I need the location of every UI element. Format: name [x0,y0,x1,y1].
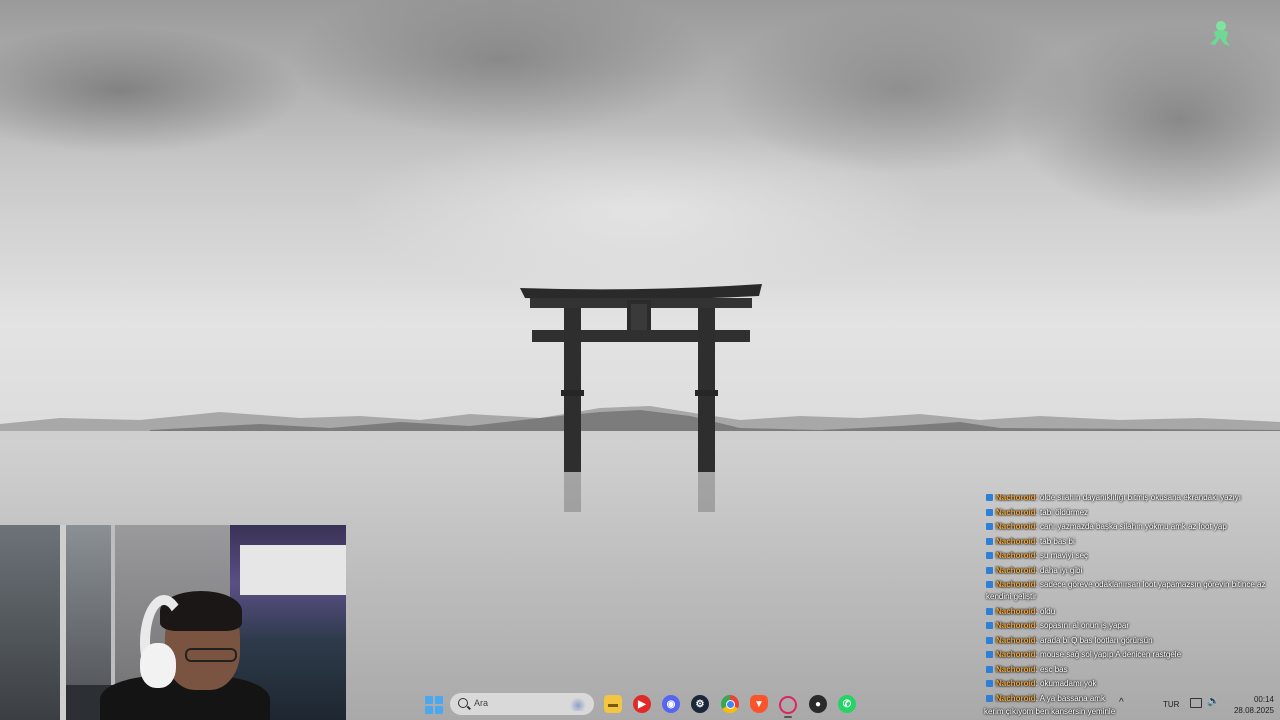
webcam-shelf [240,545,346,595]
chat-separator: : [1035,580,1038,589]
chat-message: Nachoroid: tabi öldürmez [984,506,1278,521]
chat-badge-icon [986,537,993,545]
chat-message: Nachoroid: arada bi Q bas lootları görür… [984,634,1278,649]
chat-badge-icon [986,622,993,629]
chat-message: Nachoroid: oldu [984,605,1278,620]
chat-username: Nachoroid [996,650,1036,659]
desktop: Nachoroid: ölde silahın dayanıklılığı bi… [0,0,1280,720]
chat-text: oldu [1040,606,1056,616]
chat-message: Nachoroid: şu maviyi seç [984,549,1278,564]
steam-icon[interactable]: ⚙ [691,695,709,713]
chat-badge-icon [986,636,993,644]
chat-username: Nachoroid [996,522,1036,531]
chat-badge-icon [986,607,993,615]
discord-icon[interactable]: ◉ [662,695,680,713]
chat-separator: : [1035,551,1038,560]
chat-username: Nachoroid [996,679,1036,688]
chat-message-partial: kerim çıkıyom ben kansersin yeminle [984,707,1116,716]
chat-overlay: Nachoroid: ölde silahın dayanıklılığı bi… [984,494,1278,720]
chat-separator: : [1035,664,1038,674]
active-app-indicator [784,716,792,718]
chat-message: Nachoroid: ölde silahın dayanıklılığı bi… [984,494,1278,506]
chat-text: sopasını al onun iş yapar [1040,621,1129,630]
chat-username: Nachoroid [996,565,1036,575]
chat-badge-icon [986,552,993,559]
chat-badge-icon [986,680,993,687]
webcam-window-frame [66,525,115,685]
torii-gate [520,284,762,512]
taskbar-clock[interactable]: 00:14 28.08.2025 [1228,694,1274,716]
chat-text: tabi öldürmez [1040,507,1089,517]
search-highlight-icon [570,697,586,711]
chat-badge-icon [986,651,993,658]
chat-message: Nachoroid: mouse sağ sol yapıp A denicen… [984,648,1278,663]
chrome-icon[interactable] [721,695,739,713]
chat-text: şu maviyi seç [1040,551,1089,560]
chat-text: daha iyi gibi [1040,565,1083,575]
headphone-earcup [140,643,176,688]
language-indicator[interactable]: TUR [1163,700,1179,709]
chat-badge-icon [986,665,993,673]
chat-username: Nachoroid [996,507,1036,517]
chat-separator: : [1035,565,1038,575]
opera-gx-icon[interactable] [779,696,797,714]
chat-badge-icon [986,581,993,588]
chat-message: Nachoroid: canı yazmazda başka silahın y… [984,520,1278,535]
start-button[interactable] [425,696,443,714]
chat-username: Nachoroid [996,635,1036,645]
chat-message: Nachoroid: tab bas bi [984,535,1278,550]
chat-text: ölde silahın dayanıklılığı bitmiş okusan… [1040,494,1242,502]
chat-text: tab bas bi [1040,536,1075,546]
volume-icon[interactable]: 🔉 [1207,696,1219,707]
chat-text: arada bi Q bas lootları görürsün [1040,635,1153,645]
file-explorer-icon[interactable]: ▬ [604,695,622,713]
whatsapp-icon[interactable]: ✆ [838,695,856,713]
chat-message: Nachoroid: daha iyi gibi [984,564,1278,579]
taskbar-search-box[interactable]: Ara [450,693,594,715]
glasses [185,648,237,662]
brave-icon[interactable]: ▼ [750,695,768,713]
chat-separator: : [1035,494,1038,502]
chat-username: Nachoroid [996,621,1036,630]
obs-icon[interactable]: ● [809,695,827,713]
chat-text: canı yazmazda başka silahın yokmu amk az… [1040,522,1227,531]
chat-username: Nachoroid [996,536,1036,546]
corner-logo-icon [1210,21,1230,46]
clock-time: 00:14 [1253,695,1274,704]
chat-message: Nachoroid: sadece göreve odaklanırsan lo… [984,578,1278,605]
chat-username: Nachoroid [996,580,1036,589]
chat-username: Nachoroid [996,664,1036,674]
youtube-icon[interactable]: ▶ [633,695,651,713]
tray-overflow-chevron-icon[interactable]: ^ [1119,697,1124,708]
search-placeholder: Ara [474,698,489,708]
chat-separator: : [1035,621,1038,630]
chat-text: okumadamı yok [1040,679,1097,688]
chat-separator: : [1035,522,1038,531]
chat-message: Nachoroid: esc bas [984,663,1278,678]
chat-separator: : [1035,507,1038,517]
chat-separator: : [1035,536,1038,546]
chat-message: Nachoroid: sopasını al onun iş yapar [984,619,1278,634]
chat-username: Nachoroid [996,606,1036,616]
chat-separator: : [1035,635,1038,645]
chat-badge-icon [986,508,993,516]
chat-separator: : [1035,606,1038,616]
chat-badge-icon [986,566,993,574]
chat-text: esc bas [1040,664,1068,674]
chat-text: mouse sağ sol yapıp A denicen rastgele [1040,650,1182,659]
chat-username: Nachoroid [996,494,1036,502]
clock-date: 28.08.2025 [1233,706,1274,715]
chat-separator: : [1035,650,1038,659]
network-icon[interactable] [1190,698,1202,708]
chat-separator: : [1035,679,1038,688]
chat-badge-icon [986,494,993,501]
chat-username: Nachoroid [996,551,1036,560]
chat-badge-icon [986,523,993,530]
search-icon [458,698,468,708]
